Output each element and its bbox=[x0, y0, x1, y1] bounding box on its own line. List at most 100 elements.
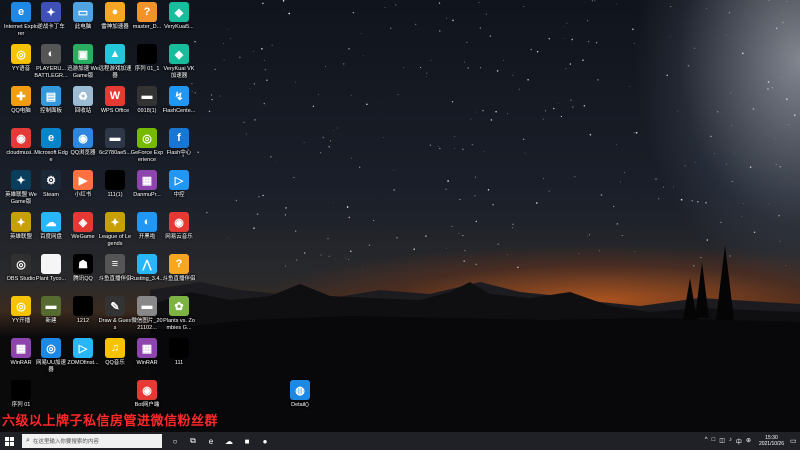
desktop-icon[interactable]: ▷ ZOMOfinst... bbox=[66, 338, 100, 367]
folder-icon: ▬ bbox=[41, 296, 61, 316]
desktop-icon[interactable]: ? 斗鱼直播伴侣 bbox=[162, 254, 196, 283]
desktop-icon[interactable]: ☁ 百度网盘 bbox=[34, 212, 68, 241]
tray-icon[interactable]: ⊕ bbox=[746, 437, 751, 446]
desktop-icon[interactable]: ✿ Plants vs. Zombies G... bbox=[162, 296, 196, 332]
desktop-icon[interactable]: ☗ 腾讯QQ bbox=[66, 254, 100, 283]
desktop-icon[interactable]: ◈ WeGame bbox=[66, 212, 100, 241]
desktop-icon[interactable]: ✚ QQ电脑 bbox=[4, 86, 38, 115]
desktop-icon[interactable]: ▬ 6c2780ae5... bbox=[98, 128, 132, 157]
desktop-icon[interactable]: ✦ 逆战卡丁车 bbox=[34, 2, 68, 31]
desktop-icon[interactable]: ✦ 英雄联盟 WeGame版 bbox=[4, 170, 38, 206]
computer-icon: ▭ bbox=[73, 2, 93, 22]
document-icon bbox=[73, 296, 93, 316]
desktop-icon-label: WinRAR bbox=[136, 360, 158, 366]
app-icon: ⋀ bbox=[137, 254, 157, 274]
desktop-icon[interactable]: ● 雷神加速器 bbox=[98, 2, 132, 31]
desktop-icon-label: FlashCente... bbox=[162, 108, 196, 114]
tray-icon[interactable]: ^ bbox=[705, 437, 708, 446]
desktop-icon[interactable]: ◍ Detail() bbox=[283, 380, 317, 409]
wechat-icon[interactable]: ☁ bbox=[220, 432, 238, 450]
desktop-icon[interactable]: ◆ VeryKuai5... bbox=[162, 2, 196, 31]
tray-icon[interactable]: ◫ bbox=[719, 437, 725, 446]
desktop-icon[interactable]: ♫ QQ音乐 bbox=[98, 338, 132, 367]
desktop-icon[interactable]: ◎ YY语音 bbox=[4, 44, 38, 73]
desktop-icon[interactable]: ◎ 网易UU加速器 bbox=[34, 338, 68, 374]
desktop-icon[interactable]: ≡ 斗鱼直播伴侣 bbox=[98, 254, 132, 283]
desktop-icon[interactable]: ♻ 回收站 bbox=[66, 86, 100, 115]
desktop-icon[interactable]: ◉ QQ浏览器 bbox=[66, 128, 100, 157]
obs-icon: ◎ bbox=[11, 254, 31, 274]
desktop-icon[interactable]: ? master_D... bbox=[130, 2, 164, 31]
desktop-icon-label: 序列 01 bbox=[11, 402, 31, 408]
lol-icon: ✦ bbox=[105, 212, 125, 232]
tray-icons: ^ □ ◫ ♪ 中 ⊕ bbox=[703, 437, 753, 446]
desktop-icon[interactable]: ◎ GeForce Experience bbox=[130, 128, 164, 164]
geforce-icon: ◎ bbox=[137, 128, 157, 148]
desktop-icon[interactable]: 1212 bbox=[66, 296, 100, 325]
desktop-icon-label: 远程游戏加速器 bbox=[98, 66, 132, 79]
desktop-icon-label: 控制面板 bbox=[39, 108, 62, 114]
desktop-icon[interactable]: ▲ 远程游戏加速器 bbox=[98, 44, 132, 80]
desktop-icon[interactable]: ◐ PLAYERU... BATTLEGR... bbox=[34, 44, 68, 80]
douyu-icon: ? bbox=[169, 254, 189, 274]
desktop-icon[interactable]: 序列 01_1 bbox=[130, 44, 164, 73]
desktop-icon[interactable]: ▬ 0918(1) bbox=[130, 86, 164, 115]
game-icon: ✦ bbox=[41, 2, 61, 22]
desktop-icon[interactable]: ✦ League of Legends bbox=[98, 212, 132, 248]
desktop-icon[interactable]: ✦ 英雄联盟 bbox=[4, 212, 38, 241]
desktop-icon[interactable]: ◐ 开黑啦 bbox=[130, 212, 164, 241]
winrar-icon: ▦ bbox=[137, 170, 157, 190]
desktop-icon[interactable]: ◆ VeryKuai VK 加速器 bbox=[162, 44, 196, 80]
desktop-icon[interactable]: ◎ OBS Studio bbox=[4, 254, 38, 283]
desktop-icon[interactable]: 111(1) bbox=[98, 170, 132, 199]
yy-icon: ◎ bbox=[11, 44, 31, 64]
desktop-icon[interactable]: ▣ 迅游加速 WeGame版 bbox=[66, 44, 100, 80]
desktop-icon[interactable]: ◉ cloudmusi... bbox=[4, 128, 38, 157]
desktop-icon[interactable]: ↯ FlashCente... bbox=[162, 86, 196, 115]
task-view-icon[interactable]: ○ bbox=[166, 432, 184, 450]
desktop-icon[interactable]: ▦ WinRAR bbox=[130, 338, 164, 367]
desktop-icon[interactable]: Plant Tyco... bbox=[34, 254, 68, 283]
desktop-icon[interactable]: ✎ Draw & Guess bbox=[98, 296, 132, 332]
qq-icon: ✚ bbox=[11, 86, 31, 106]
verykuai-icon: ◆ bbox=[169, 44, 189, 64]
multitask-icon[interactable]: ⧉ bbox=[184, 432, 202, 450]
desktop-icon[interactable]: W WPS Office bbox=[98, 86, 132, 115]
system-tray: ^ □ ◫ ♪ 中 ⊕ 15:30 2021/10/26 ▭ bbox=[703, 432, 800, 450]
notification-icon[interactable]: ▭ bbox=[790, 432, 800, 450]
desktop-icon[interactable]: ◉ Bot网户端 bbox=[130, 380, 164, 409]
desktop-icon[interactable]: ▤ 控制面板 bbox=[34, 86, 68, 115]
desktop-icon[interactable]: 序列 01 bbox=[4, 380, 38, 409]
desktop-icon[interactable]: ⚙ Steam bbox=[34, 170, 68, 199]
app-icon[interactable]: ■ bbox=[238, 432, 256, 450]
desktop-icon-label: 0918(1) bbox=[137, 108, 157, 114]
obs-icon[interactable]: ● bbox=[256, 432, 274, 450]
desktop-icon[interactable]: ◉ 网易云音乐 bbox=[162, 212, 196, 241]
desktop-icon-label: 微信图片_2021102... bbox=[131, 318, 163, 331]
tray-icon[interactable]: 中 bbox=[736, 437, 742, 446]
search-box[interactable]: ⌕ 在这里输入你要搜索的内容 bbox=[22, 434, 162, 448]
desktop-icon[interactable]: ▭ 此电脑 bbox=[66, 2, 100, 31]
desktop-icon[interactable]: ▦ WinRAR bbox=[4, 338, 38, 367]
start-button[interactable] bbox=[0, 432, 18, 450]
desktop-icon[interactable]: e Microsoft Edge bbox=[34, 128, 68, 164]
desktop-icon[interactable]: ◎ YY开播 bbox=[4, 296, 38, 325]
video-file-icon bbox=[105, 170, 125, 190]
edge-icon[interactable]: e bbox=[202, 432, 220, 450]
clock[interactable]: 15:30 2021/10/26 bbox=[759, 435, 784, 447]
desktop-icon[interactable]: ▷ 中控 bbox=[162, 170, 196, 199]
desktop-icon[interactable]: f Flash中心 bbox=[162, 128, 196, 157]
desktop-icon[interactable]: 111 bbox=[162, 338, 196, 367]
desktop-icon[interactable]: ▶ 小红书 bbox=[66, 170, 100, 199]
desktop-icon[interactable]: e Internet Explorer bbox=[4, 2, 38, 38]
tray-icon[interactable]: □ bbox=[712, 437, 716, 446]
desktop-icon-label: YY开播 bbox=[11, 318, 31, 324]
internet-explorer-icon: e bbox=[11, 2, 31, 22]
desktop-icon[interactable]: ▬ 新建 bbox=[34, 296, 68, 325]
desktop-icon-label: Internet Explorer bbox=[4, 24, 38, 37]
tray-icon[interactable]: ♪ bbox=[729, 437, 732, 446]
search-icon: ⌕ bbox=[26, 437, 30, 444]
desktop-icon[interactable]: ▬ 微信图片_2021102... bbox=[130, 296, 164, 332]
desktop-icon[interactable]: ▦ DanmuPr... bbox=[130, 170, 164, 199]
desktop-icon[interactable]: ⋀ Rusting_3.4... bbox=[130, 254, 164, 283]
